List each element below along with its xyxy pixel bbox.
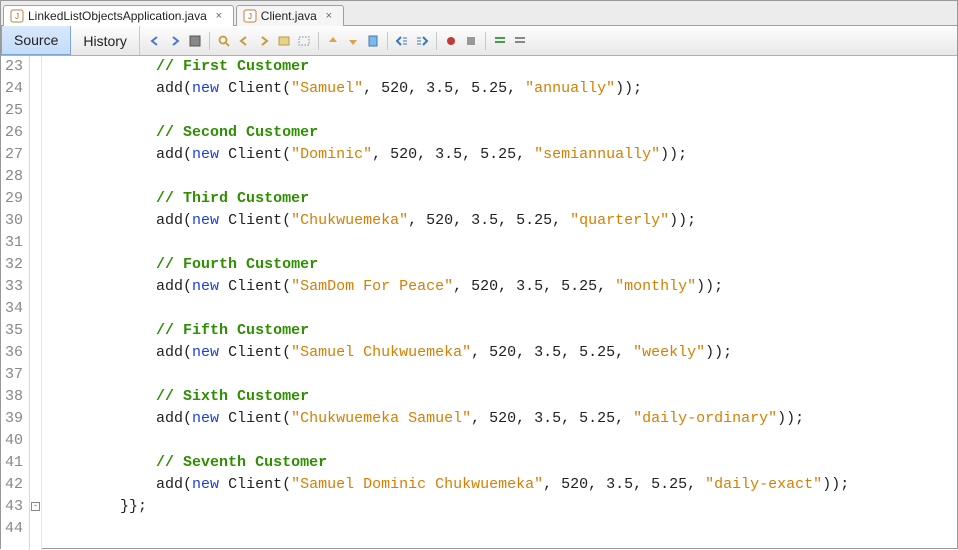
line-number: 33	[5, 276, 23, 298]
line-number: 34	[5, 298, 23, 320]
code-line: add(new Client("Chukwuemeka Samuel", 520…	[48, 408, 957, 430]
line-number: 40	[5, 430, 23, 452]
highlight-icon[interactable]	[275, 32, 293, 50]
line-number: 30	[5, 210, 23, 232]
file-tab-bar: J LinkedListObjectsApplication.java × J …	[1, 1, 957, 26]
code-line: add(new Client("Dominic", 520, 3.5, 5.25…	[48, 144, 957, 166]
line-number: 24	[5, 78, 23, 100]
java-file-icon: J	[243, 9, 257, 23]
code-line: // Fifth Customer	[48, 320, 957, 342]
line-number: 32	[5, 254, 23, 276]
code-line: add(new Client("Chukwuemeka", 520, 3.5, …	[48, 210, 957, 232]
code-line: // Fourth Customer	[48, 254, 957, 276]
selection-icon[interactable]	[295, 32, 313, 50]
code-line	[48, 364, 957, 386]
line-number: 23	[5, 56, 23, 78]
close-icon[interactable]: ×	[213, 10, 225, 22]
line-number: 37	[5, 364, 23, 386]
code-line	[48, 430, 957, 452]
fold-handle-icon[interactable]: -	[31, 502, 40, 511]
record-macro-icon[interactable]	[442, 32, 460, 50]
editor-toolbar: Source History	[1, 26, 957, 56]
line-number: 41	[5, 452, 23, 474]
line-number: 29	[5, 188, 23, 210]
line-number: 26	[5, 122, 23, 144]
line-number: 39	[5, 408, 23, 430]
shift-down-icon[interactable]	[344, 32, 362, 50]
fold-margin: -	[30, 56, 42, 550]
file-tab-active[interactable]: J LinkedListObjectsApplication.java ×	[3, 5, 234, 26]
code-line: }};	[48, 496, 957, 518]
file-tab-label: Client.java	[261, 9, 317, 23]
separator	[318, 32, 319, 50]
java-file-icon: J	[10, 9, 24, 23]
code-line	[48, 518, 957, 540]
line-number: 43	[5, 496, 23, 518]
separator	[209, 32, 210, 50]
file-tab[interactable]: J Client.java ×	[236, 5, 344, 26]
tab-history[interactable]: History	[71, 26, 140, 55]
line-number: 28	[5, 166, 23, 188]
separator	[485, 32, 486, 50]
svg-text:J: J	[15, 12, 19, 21]
code-line	[48, 232, 957, 254]
uncomment-icon[interactable]	[511, 32, 529, 50]
code-line	[48, 298, 957, 320]
tab-source[interactable]: Source	[1, 26, 71, 55]
close-icon[interactable]: ×	[323, 10, 335, 22]
code-line: // First Customer	[48, 56, 957, 78]
line-number: 25	[5, 100, 23, 122]
find-next-icon[interactable]	[255, 32, 273, 50]
separator	[436, 32, 437, 50]
line-number: 31	[5, 232, 23, 254]
code-line: // Second Customer	[48, 122, 957, 144]
separator	[387, 32, 388, 50]
find-prev-icon[interactable]	[235, 32, 253, 50]
find-icon[interactable]	[215, 32, 233, 50]
comment-icon[interactable]	[491, 32, 509, 50]
forward-icon[interactable]	[166, 32, 184, 50]
code-line: // Seventh Customer	[48, 452, 957, 474]
line-number: 44	[5, 518, 23, 540]
code-line	[48, 100, 957, 122]
file-tab-label: LinkedListObjectsApplication.java	[28, 9, 207, 23]
save-icon[interactable]	[186, 32, 204, 50]
line-number: 36	[5, 342, 23, 364]
code-line	[48, 166, 957, 188]
back-icon[interactable]	[146, 32, 164, 50]
toolbar-buttons	[140, 32, 535, 50]
code-area[interactable]: // First Customer add(new Client("Samuel…	[42, 56, 957, 550]
code-line: add(new Client("SamDom For Peace", 520, …	[48, 276, 957, 298]
shift-up-icon[interactable]	[324, 32, 342, 50]
stop-macro-icon[interactable]	[462, 32, 480, 50]
svg-text:J: J	[248, 12, 252, 21]
line-number-gutter: 2324252627282930313233343536373839404142…	[1, 56, 30, 550]
bookmark-icon[interactable]	[364, 32, 382, 50]
code-line: add(new Client("Samuel Dominic Chukwueme…	[48, 474, 957, 496]
code-line: // Sixth Customer	[48, 386, 957, 408]
code-line: // Third Customer	[48, 188, 957, 210]
line-number: 35	[5, 320, 23, 342]
code-line: add(new Client("Samuel Chukwuemeka", 520…	[48, 342, 957, 364]
line-number: 42	[5, 474, 23, 496]
line-number: 27	[5, 144, 23, 166]
code-editor[interactable]: 2324252627282930313233343536373839404142…	[1, 56, 957, 550]
indent-left-icon[interactable]	[393, 32, 411, 50]
code-line: add(new Client("Samuel", 520, 3.5, 5.25,…	[48, 78, 957, 100]
indent-right-icon[interactable]	[413, 32, 431, 50]
line-number: 38	[5, 386, 23, 408]
